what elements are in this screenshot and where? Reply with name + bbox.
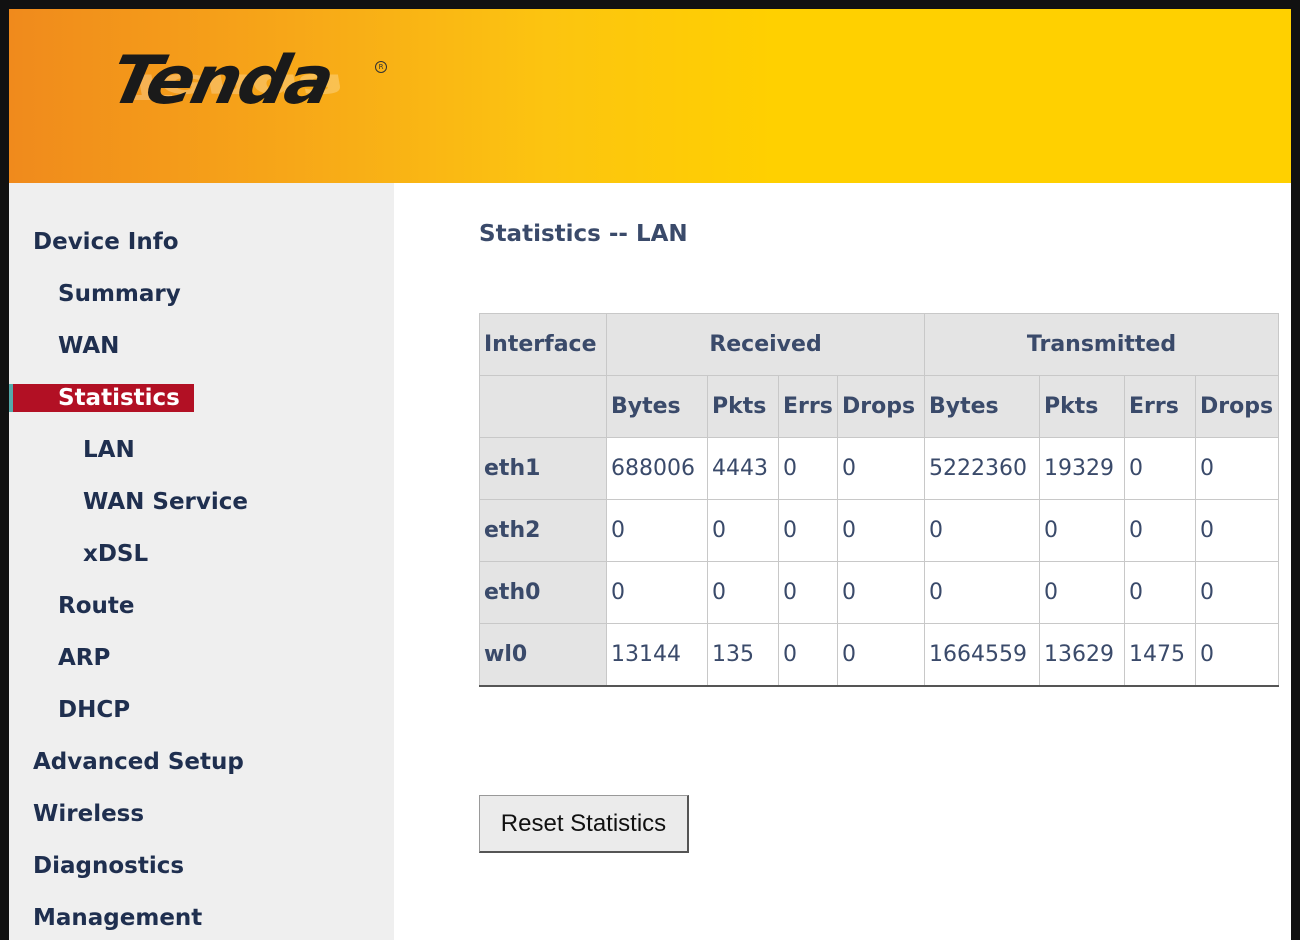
tx-drops: 0 [1195,499,1279,562]
interface-name: eth1 [479,437,607,500]
rx-pkts: 0 [707,561,779,624]
table-row: eth2 0 0 0 0 0 0 0 0 [479,499,1279,562]
sidebar-item-device-info[interactable]: Device Info [33,228,179,256]
interface-name: wl0 [479,623,607,687]
rx-drops: 0 [837,623,925,687]
interface-name: eth2 [479,499,607,562]
sidebar-item-statistics[interactable]: Statistics [13,384,194,412]
sidebar-item-xdsl[interactable]: xDSL [83,540,148,568]
sidebar-item-wireless[interactable]: Wireless [33,800,144,828]
sidebar-item-diagnostics[interactable]: Diagnostics [33,852,184,880]
sidebar-item-dhcp[interactable]: DHCP [58,696,130,724]
tx-errs: 0 [1124,437,1196,500]
interface-name: eth0 [479,561,607,624]
header-received: Received [606,313,925,376]
tenda-logo: Tenda [103,41,339,119]
tx-bytes: 0 [924,499,1040,562]
tx-pkts: 0 [1039,561,1125,624]
header-banner: Tenda Tenda R [9,9,1291,183]
subheader-rx-pkts: Pkts [707,375,779,438]
page-title: Statistics -- LAN [479,221,688,247]
tx-bytes: 1664559 [924,623,1040,687]
table-row: eth0 0 0 0 0 0 0 0 0 [479,561,1279,624]
table-row: eth1 688006 4443 0 0 5222360 19329 0 0 [479,437,1279,500]
sidebar-item-wan-service[interactable]: WAN Service [83,488,248,516]
sidebar-item-summary[interactable]: Summary [58,280,181,308]
subheader-tx-bytes: Bytes [924,375,1040,438]
tx-pkts: 0 [1039,499,1125,562]
main-content: Statistics -- LAN Interface Received Tra… [394,183,1291,940]
rx-bytes: 0 [606,499,708,562]
rx-drops: 0 [837,499,925,562]
subheader-tx-drops: Drops [1195,375,1279,438]
sidebar-nav: Device Info Summary WAN Statistics LAN W… [9,183,394,940]
lan-statistics-table: Interface Received Transmitted Bytes Pkt… [479,313,1279,687]
rx-drops: 0 [837,561,925,624]
sidebar-item-management[interactable]: Management [33,904,202,932]
rx-errs: 0 [778,499,838,562]
table-header-row: Interface Received Transmitted [479,313,1279,376]
subheader-rx-errs: Errs [778,375,838,438]
subheader-rx-drops: Drops [837,375,925,438]
subheader-rx-bytes: Bytes [606,375,708,438]
rx-pkts: 135 [707,623,779,687]
rx-pkts: 0 [707,499,779,562]
reset-statistics-button[interactable]: Reset Statistics [479,795,689,853]
sidebar-item-route[interactable]: Route [58,592,134,620]
table-row: wl0 13144 135 0 0 1664559 13629 1475 0 [479,623,1279,687]
sidebar-item-lan[interactable]: LAN [83,436,135,464]
subheader-tx-errs: Errs [1124,375,1196,438]
rx-pkts: 4443 [707,437,779,500]
header-interface: Interface [479,313,607,376]
header-transmitted: Transmitted [924,313,1279,376]
rx-errs: 0 [778,561,838,624]
tx-errs: 1475 [1124,623,1196,687]
sidebar-item-advanced-setup[interactable]: Advanced Setup [33,748,244,776]
tx-drops: 0 [1195,561,1279,624]
sidebar-item-arp[interactable]: ARP [58,644,110,672]
tx-bytes: 0 [924,561,1040,624]
tx-drops: 0 [1195,437,1279,500]
rx-drops: 0 [837,437,925,500]
rx-bytes: 688006 [606,437,708,500]
rx-bytes: 0 [606,561,708,624]
subheader-tx-pkts: Pkts [1039,375,1125,438]
tx-bytes: 5222360 [924,437,1040,500]
rx-errs: 0 [778,437,838,500]
table-subheader-row: Bytes Pkts Errs Drops Bytes Pkts Errs Dr… [479,375,1279,438]
tx-drops: 0 [1195,623,1279,687]
sidebar-item-wan[interactable]: WAN [58,332,119,360]
tx-errs: 0 [1124,499,1196,562]
rx-errs: 0 [778,623,838,687]
tx-pkts: 19329 [1039,437,1125,500]
tx-pkts: 13629 [1039,623,1125,687]
tx-errs: 0 [1124,561,1196,624]
subheader-blank [479,375,607,438]
rx-bytes: 13144 [606,623,708,687]
registered-mark-icon: R [375,61,387,73]
